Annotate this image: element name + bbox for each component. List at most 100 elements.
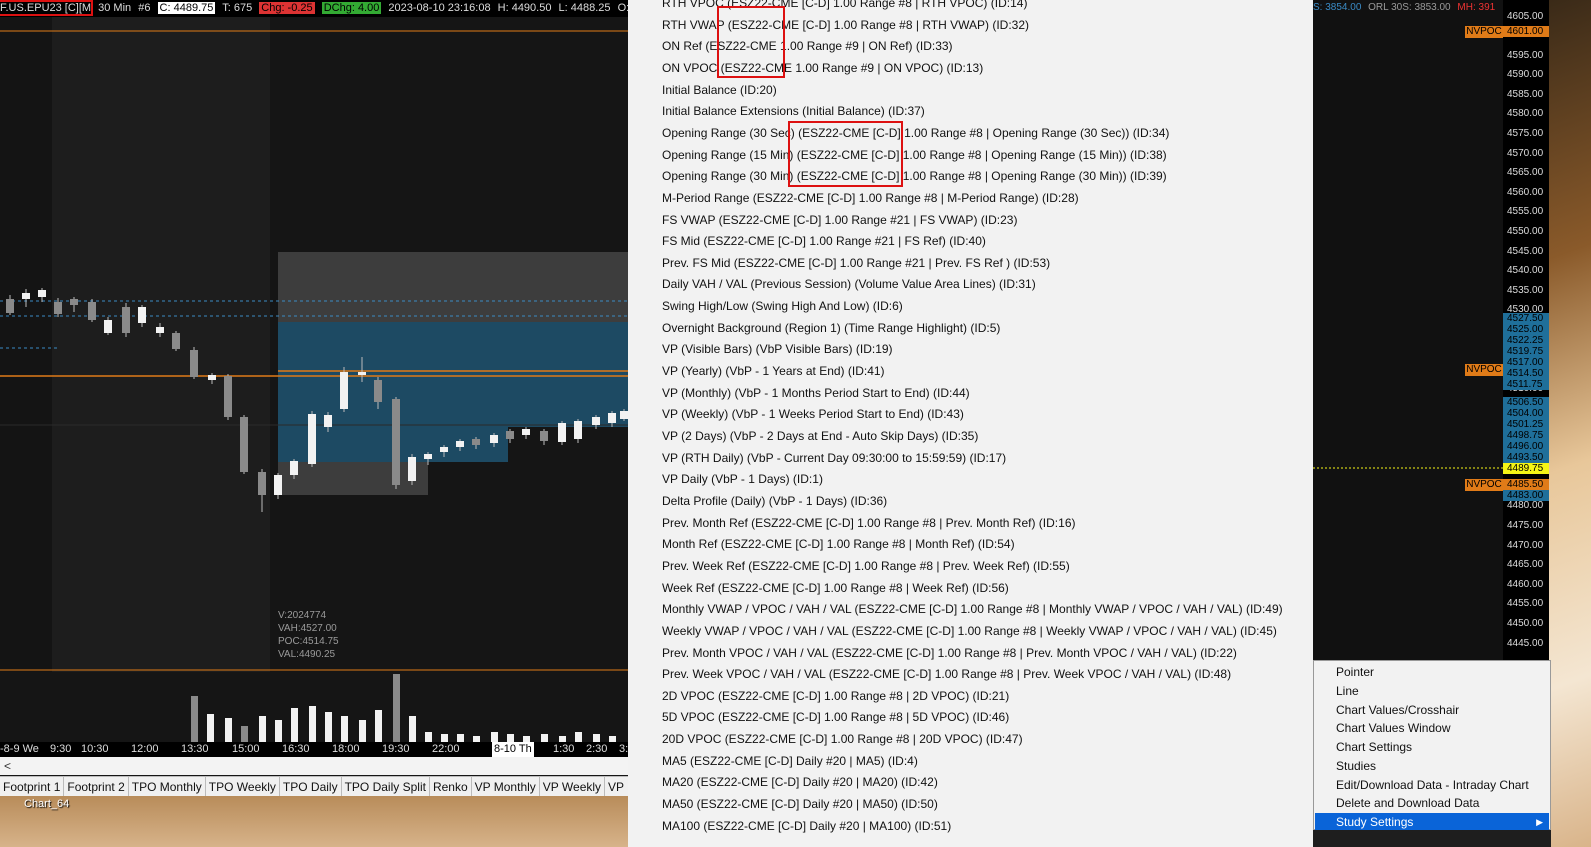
menu-item-pointer[interactable]: Pointer (1336, 663, 1374, 681)
price-tick: 4585.00 (1507, 89, 1544, 100)
right-chart-pane[interactable] (1313, 0, 1503, 660)
tab-renko[interactable]: Renko (430, 777, 472, 797)
time-label-date: 8-10 Th (492, 742, 534, 757)
menu-item-chart-values-crosshair[interactable]: Chart Values/Crosshair (1336, 701, 1459, 719)
value-orl: ORL 30S: 3853.00 (1368, 2, 1451, 13)
study-menu-item[interactable]: VP (RTH Daily) (VbP - Current Day 09:30:… (662, 451, 1006, 465)
price-axis[interactable]: 4605.00 4595.00 4590.00 4585.00 4580.00 … (1503, 0, 1549, 660)
price-tick: 4605.00 (1507, 11, 1544, 22)
study-menu-item[interactable]: ON Ref (ESZ22-CME 1.00 Range #9 | ON Ref… (662, 39, 953, 53)
price-tick: 4455.00 (1507, 598, 1544, 609)
tab-tpo-weekly[interactable]: TPO Weekly (206, 777, 280, 797)
chartbook-tabs: Footprint 1 Footprint 2 TPO Monthly TPO Wee… (0, 776, 628, 797)
study-menu-item[interactable]: ON VPOC (ESZ22-CME 1.00 Range #9 | ON VP… (662, 61, 983, 75)
study-menu-item[interactable]: Initial Balance Extensions (Initial Bala… (662, 104, 925, 118)
price-box-blue: 4483.00 (1503, 490, 1549, 501)
tab-footprint-1[interactable]: Footprint 1 (0, 777, 65, 797)
time-label: 13:30 (181, 743, 209, 755)
price-box-blue: 4514.50 (1503, 368, 1549, 379)
stat-volume: V:2024774 (278, 610, 327, 621)
study-menu-item[interactable]: 20D VPOC (ESZ22-CME [C-D] 1.00 Range #8 … (662, 732, 1023, 746)
tab-vp-weekly[interactable]: VP Weekly (540, 777, 606, 797)
time-label: 3: (619, 743, 628, 755)
study-menu-item[interactable]: M-Period Range (ESZ22-CME [C-D] 1.00 Ran… (662, 191, 1079, 205)
tab-tpo-daily[interactable]: TPO Daily (280, 777, 342, 797)
desktop-chart-label[interactable]: Chart_64 (24, 798, 69, 810)
time-label: 15:00 (232, 743, 260, 755)
study-menu-item[interactable]: Prev. Week VPOC / VAH / VAL (ESZ22-CME [… (662, 667, 1231, 681)
price-plot[interactable] (0, 17, 628, 672)
study-menu-item[interactable]: VP (Visible Bars) (VbP Visible Bars) (ID… (662, 342, 893, 356)
menu-item-edit-download-data[interactable]: Edit/Download Data - Intraday Chart (1336, 776, 1529, 794)
study-menu-item[interactable]: Prev. Month Ref (ESZ22-CME [C-D] 1.00 Ra… (662, 516, 1075, 530)
study-menu-item[interactable]: VP (Monthly) (VbP - 1 Months Period Star… (662, 386, 970, 400)
time-label: -8-9 We (0, 743, 39, 755)
stat-vah: VAH:4527.00 (278, 623, 337, 634)
menu-item-line[interactable]: Line (1336, 682, 1359, 700)
study-menu-item[interactable]: Delta Profile (Daily) (VbP - 1 Days) (ID… (662, 494, 887, 508)
study-menu-item[interactable]: Prev. Month VPOC / VAH / VAL (ESZ22-CME … (662, 646, 1237, 660)
tab-footprint-2[interactable]: Footprint 2 (64, 777, 129, 797)
study-menu-item[interactable]: VP (Weekly) (VbP - 1 Weeks Period Start … (662, 407, 964, 421)
price-tick: 4550.00 (1507, 226, 1544, 237)
tab-vp-monthly[interactable]: VP Monthly (472, 777, 540, 797)
price-tick: 4545.00 (1507, 246, 1544, 257)
time-label: 2:30 (586, 743, 608, 755)
menu-item-studies[interactable]: Studies (1336, 757, 1376, 775)
study-menu-item[interactable]: MA100 (ESZ22-CME [C-D] Daily #20 | MA100… (662, 819, 951, 833)
price-box-blue: 4525.00 (1503, 324, 1549, 335)
menu-item-delete-download-data[interactable]: Delete and Download Data (1336, 794, 1479, 812)
study-menu-item[interactable]: Prev. Week Ref (ESZ22-CME [C-D] 1.00 Ran… (662, 559, 1070, 573)
tab-vp-daily[interactable]: VP Dail (605, 777, 628, 797)
desktop-background: Chart_64 (0, 796, 628, 847)
high-value: H: 4490.50 (497, 2, 552, 14)
study-menu-item[interactable]: FS Mid (ESZ22-CME [C-D] 1.00 Range #21 |… (662, 234, 986, 248)
price-box-blue: 4504.00 (1503, 408, 1549, 419)
datetime-value: 2023-08-10 23:16:08 (388, 2, 491, 14)
study-menu-item[interactable]: MA50 (ESZ22-CME [C-D] Daily #20 | MA50) … (662, 797, 938, 811)
menu-item-chart-settings[interactable]: Chart Settings (1336, 738, 1412, 756)
study-menu-item[interactable]: VP (2 Days) (VbP - 2 Days at End - Auto … (662, 429, 978, 443)
price-tick: 4480.00 (1507, 500, 1544, 511)
price-tick: 4590.00 (1507, 69, 1544, 80)
menu-item-chart-values-window[interactable]: Chart Values Window (1336, 719, 1451, 737)
value-mh: MH: 391 (1457, 2, 1496, 13)
study-menu-item[interactable]: Prev. FS Mid (ESZ22-CME [C-D] 1.00 Range… (662, 256, 1050, 270)
study-menu-item[interactable]: 2D VPOC (ESZ22-CME [C-D] 1.00 Range #8 |… (662, 689, 1009, 703)
open-value: O: 4490.25 (617, 2, 628, 14)
tab-tpo-daily-split[interactable]: TPO Daily Split (342, 777, 430, 797)
price-tick: 4555.00 (1507, 206, 1544, 217)
chart-window[interactable]: F.US.EPU23 [C][M 30 Min #6 C: 4489.75 T:… (0, 0, 628, 847)
study-menu-item[interactable]: MA5 (ESZ22-CME [C-D] Daily #20 | MA5) (I… (662, 754, 918, 768)
study-menu-item[interactable]: Opening Range (30 Min) (ESZ22-CME [C-D] … (662, 169, 1167, 183)
study-menu-item[interactable]: Opening Range (15 Min) (ESZ22-CME [C-D] … (662, 148, 1167, 162)
volume-pane[interactable] (0, 672, 628, 742)
scroll-left-arrow[interactable]: < (0, 759, 11, 773)
price-box-blue: 4501.25 (1503, 419, 1549, 430)
horizontal-scrollbar[interactable]: < (0, 757, 628, 775)
study-menu-item[interactable]: MA20 (ESZ22-CME [C-D] Daily #20 | MA20) … (662, 775, 938, 789)
study-menu-item[interactable]: Initial Balance (ID:20) (662, 83, 777, 97)
study-menu-item[interactable]: VP Daily (VbP - 1 Days) (ID:1) (662, 472, 823, 486)
study-menu-item[interactable]: Month Ref (ESZ22-CME [C-D] 1.00 Range #8… (662, 537, 1015, 551)
price-tick: 4540.00 (1507, 265, 1544, 276)
menu-item-study-settings[interactable]: Study Settings ▶ (1315, 813, 1549, 831)
price-box-blue: 4522.25 (1503, 335, 1549, 346)
study-menu-item[interactable]: Weekly VWAP / VPOC / VAH / VAL (ESZ22-CM… (662, 624, 1277, 638)
study-menu-item[interactable]: Overnight Background (Region 1) (Time Ra… (662, 321, 1000, 335)
close-value: C: 4489.75 (157, 2, 216, 14)
study-menu-item[interactable]: Monthly VWAP / VPOC / VAH / VAL (ESZ22-C… (662, 602, 1283, 616)
study-menu-item[interactable]: FS VWAP (ESZ22-CME [C-D] 1.00 Range #21 … (662, 213, 1017, 227)
study-menu-item[interactable]: Opening Range (30 Sec) (ESZ22-CME [C-D] … (662, 126, 1169, 140)
study-menu-item[interactable]: 5D VPOC (ESZ22-CME [C-D] 1.00 Range #8 |… (662, 710, 1009, 724)
time-label: 22:00 (432, 743, 460, 755)
study-menu-item[interactable]: VP (Yearly) (VbP - 1 Years at End) (ID:4… (662, 364, 885, 378)
daily-change-value: DChg: 4.00 (321, 2, 382, 14)
tab-tpo-monthly[interactable]: TPO Monthly (129, 777, 206, 797)
study-menu-item[interactable]: Daily VAH / VAL (Previous Session) (Volu… (662, 277, 1036, 291)
price-box-blue: 4527.50 (1503, 313, 1549, 324)
pre-session-shade (0, 17, 52, 672)
study-menu-item[interactable]: Swing High/Low (Swing High And Low) (ID:… (662, 299, 903, 313)
chart-number: #6 (138, 2, 151, 14)
study-menu-item[interactable]: Week Ref (ESZ22-CME [C-D] 1.00 Range #8 … (662, 581, 1009, 595)
